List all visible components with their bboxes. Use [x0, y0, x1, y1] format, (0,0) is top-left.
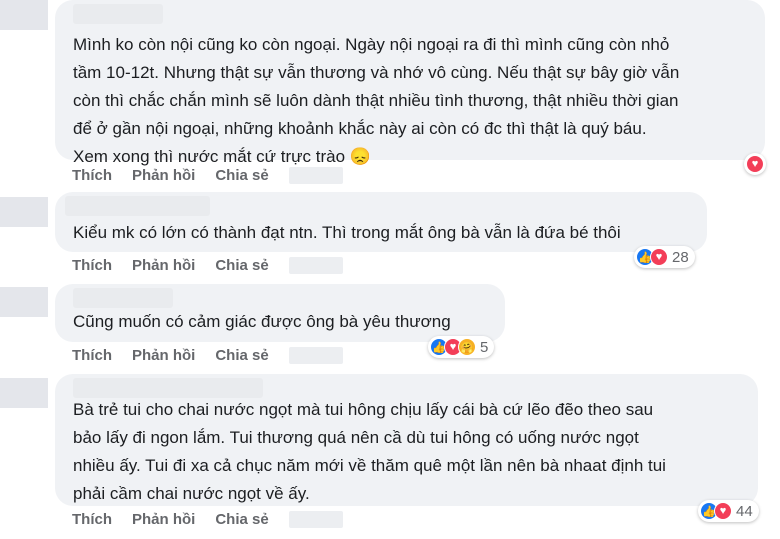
love-icon: ♥ [746, 155, 764, 173]
reaction-count: 44 [736, 502, 753, 520]
reply-button[interactable]: Phản hồi [132, 511, 195, 528]
share-button[interactable]: Chia sẻ [215, 257, 268, 274]
comment-text: Cũng muốn có cảm giác được ông bà yêu th… [73, 312, 451, 331]
timestamp[interactable] [288, 257, 343, 274]
author-name[interactable] [73, 288, 173, 308]
timestamp[interactable] [288, 511, 343, 528]
share-button[interactable]: Chia sẻ [215, 347, 268, 364]
like-button[interactable]: Thích [72, 167, 112, 184]
love-icon: ♥ [714, 502, 732, 520]
comment-bubble: Mình ko còn nội cũng ko còn ngoại. Ngày … [55, 0, 765, 166]
reaction-count: 5 [480, 338, 489, 356]
avatar[interactable] [0, 0, 48, 30]
comment-actions: Thích Phản hồi Chia sẻ [72, 167, 343, 184]
comment-bubble: Kiểu mk có lớn có thành đạt ntn. Thì tro… [55, 192, 707, 252]
avatar[interactable] [0, 287, 48, 317]
share-button[interactable]: Chia sẻ [215, 511, 268, 528]
love-icon: ♥ [650, 248, 668, 266]
author-name[interactable] [73, 378, 263, 398]
reply-button[interactable]: Phản hồi [132, 347, 195, 364]
reaction-summary[interactable]: 👍 ♥ 44 [698, 500, 759, 522]
comment-bubble: Cũng muốn có cảm giác được ông bà yêu th… [55, 284, 505, 342]
like-button[interactable]: Thích [72, 511, 112, 528]
comment-text: Kiểu mk có lớn có thành đạt ntn. Thì tro… [73, 223, 621, 242]
timestamp[interactable] [288, 167, 343, 184]
comment-text: Bà trẻ tui cho chai nước ngọt mà tui hôn… [73, 400, 666, 503]
timestamp[interactable] [288, 347, 343, 364]
reaction-count: 28 [672, 248, 689, 266]
share-button[interactable]: Chia sẻ [215, 167, 268, 184]
care-icon: 🤗 [458, 338, 476, 356]
avatar[interactable] [0, 378, 48, 408]
avatar[interactable] [0, 197, 48, 227]
comment-text: Mình ko còn nội cũng ko còn ngoại. Ngày … [73, 35, 680, 166]
reaction-summary[interactable]: 👍 ♥ 🤗 5 [428, 336, 495, 358]
comment-actions: Thích Phản hồi Chia sẻ [72, 511, 343, 528]
like-button[interactable]: Thích [72, 347, 112, 364]
comment-actions: Thích Phản hồi Chia sẻ [72, 257, 343, 274]
reaction-summary[interactable]: ♥ [744, 153, 766, 175]
comment-actions: Thích Phản hồi Chia sẻ [72, 347, 343, 364]
reaction-summary[interactable]: 👍 ♥ 28 [634, 246, 695, 268]
like-button[interactable]: Thích [72, 257, 112, 274]
author-name[interactable] [65, 196, 210, 216]
author-name[interactable] [73, 4, 163, 24]
reply-button[interactable]: Phản hồi [132, 167, 195, 184]
comment-bubble: Bà trẻ tui cho chai nước ngọt mà tui hôn… [55, 374, 758, 506]
reply-button[interactable]: Phản hồi [132, 257, 195, 274]
